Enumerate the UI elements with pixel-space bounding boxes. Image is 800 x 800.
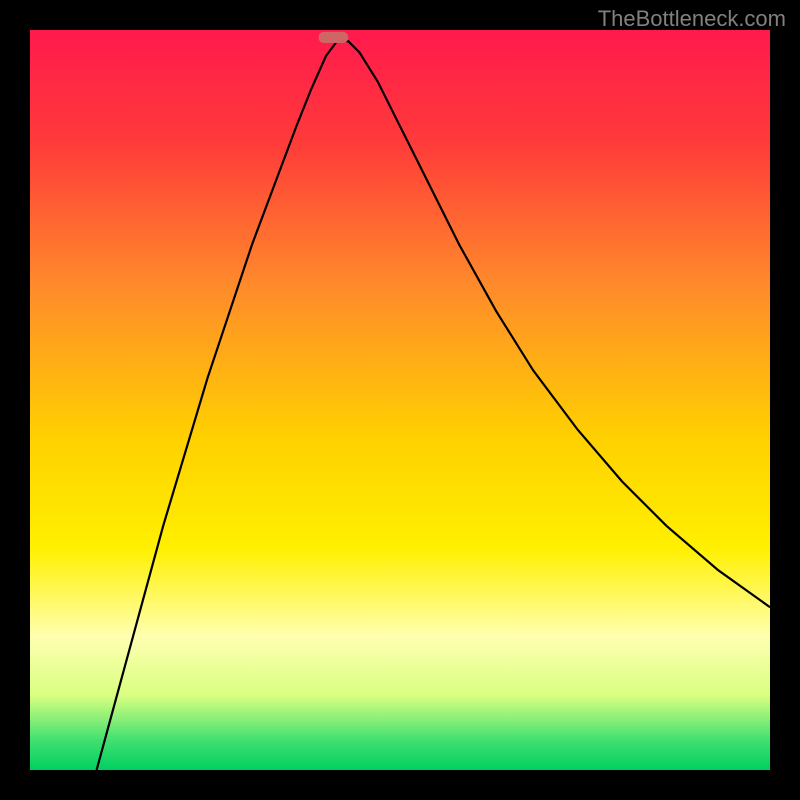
chart-plot-area	[30, 30, 770, 770]
bottleneck-marker	[319, 32, 349, 43]
chart-svg	[30, 30, 770, 770]
chart-background	[30, 30, 770, 770]
watermark-text: TheBottleneck.com	[598, 6, 786, 32]
